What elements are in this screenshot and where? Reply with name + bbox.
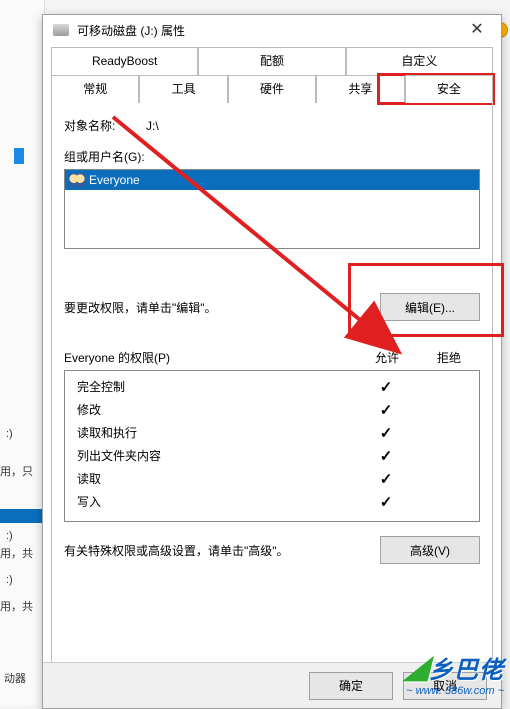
object-name-value: J:\ [146, 119, 159, 133]
bg-text: :) [6, 529, 13, 543]
titlebar: 可移动磁盘 (J:) 属性 ✕ [43, 15, 501, 45]
permission-row: 读取和执行 [65, 421, 479, 444]
tab-quota[interactable]: 配额 [198, 47, 345, 75]
properties-dialog: 可移动磁盘 (J:) 属性 ✕ ReadyBoost 配额 自定义 常规 工具 … [42, 14, 502, 709]
edit-button[interactable]: 编辑(E)... [380, 293, 480, 321]
deny-col-header: 拒绝 [418, 349, 480, 366]
check-icon [355, 378, 417, 396]
permission-row: 完全控制 [65, 375, 479, 398]
tab-sharing[interactable]: 共享 [316, 75, 404, 103]
tab-custom[interactable]: 自定义 [346, 47, 493, 75]
allow-col-header: 允许 [356, 349, 418, 366]
users-icon [69, 173, 85, 187]
background-window: :) 用，只 :) 用，共 :) 用，共 动器 [0, 0, 45, 705]
cancel-button[interactable]: 取消 [403, 672, 487, 700]
groups-listbox[interactable]: Everyone [64, 169, 480, 249]
check-icon [355, 470, 417, 488]
window-title: 可移动磁盘 (J:) 属性 [77, 22, 459, 39]
check-icon [355, 493, 417, 511]
bg-highlight [0, 509, 44, 523]
check-icon [355, 424, 417, 442]
check-icon [355, 447, 417, 465]
ok-button[interactable]: 确定 [309, 672, 393, 700]
edit-hint: 要更改权限，请单击"编辑"。 [64, 299, 380, 316]
bg-text: 用，共 [0, 600, 33, 614]
list-item-label: Everyone [89, 173, 140, 187]
drive-icon [53, 24, 69, 36]
bg-icon [14, 148, 24, 164]
permission-row: 修改 [65, 398, 479, 421]
tab-strip: ReadyBoost 配额 自定义 常规 工具 硬件 共享 安全 [51, 47, 493, 103]
advanced-hint: 有关特殊权限或高级设置，请单击"高级"。 [64, 542, 370, 559]
permission-row: 写入 [65, 490, 479, 513]
permission-row: 读取 [65, 467, 479, 490]
list-item[interactable]: Everyone [65, 170, 479, 190]
tab-tools[interactable]: 工具 [139, 75, 227, 103]
tab-general[interactable]: 常规 [51, 75, 139, 103]
advanced-button[interactable]: 高级(V) [380, 536, 480, 564]
dialog-button-bar: 确定 取消 [43, 662, 501, 708]
groups-label: 组或用户名(G): [64, 148, 480, 165]
permissions-label: Everyone 的权限(P) [64, 349, 356, 366]
bg-text: 用，共 [0, 547, 33, 561]
close-button[interactable]: ✕ [459, 18, 495, 42]
bg-text: :) [6, 573, 13, 587]
permissions-listbox[interactable]: 完全控制 修改 读取和执行 列出文件夹内容 读取 写入 [64, 370, 480, 522]
tab-security[interactable]: 安全 [405, 75, 493, 103]
security-panel: 对象名称: J:\ 组或用户名(G): Everyone 要更改权限，请单击"编… [51, 103, 493, 681]
bg-text: 用，只 [0, 465, 33, 479]
tab-readyboost[interactable]: ReadyBoost [51, 47, 198, 75]
permission-row: 列出文件夹内容 [65, 444, 479, 467]
bg-text: :) [6, 427, 13, 441]
tab-hardware[interactable]: 硬件 [228, 75, 316, 103]
check-icon [355, 401, 417, 419]
bg-text: 动器 [4, 672, 26, 686]
object-name-label: 对象名称: [64, 117, 130, 134]
